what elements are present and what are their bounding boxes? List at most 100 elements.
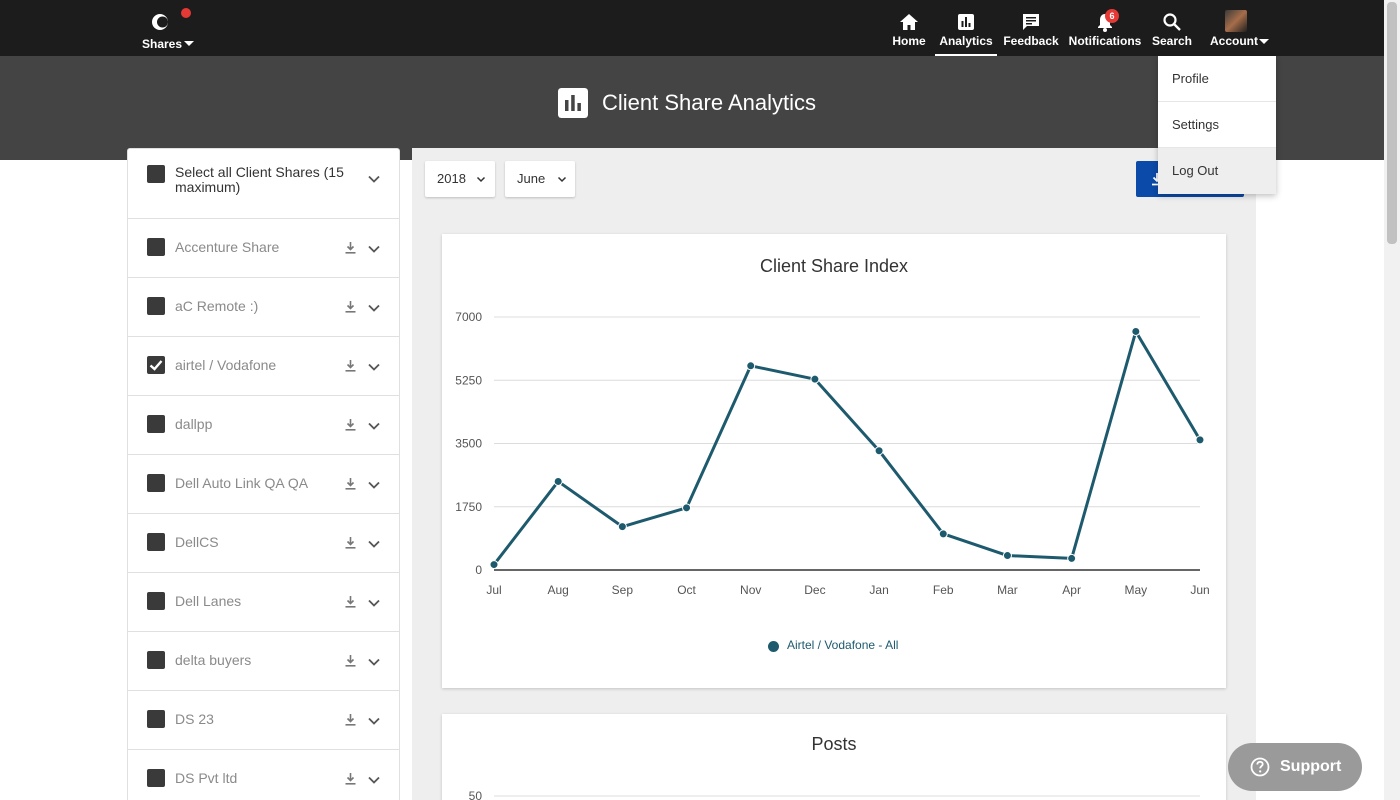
year-select[interactable]: 2018	[425, 161, 495, 197]
help-icon	[1250, 757, 1270, 777]
x-tick-label: Jul	[486, 583, 501, 597]
data-point	[810, 374, 820, 384]
feedback-icon	[1023, 14, 1039, 30]
menu-item-label: Settings	[1172, 117, 1219, 132]
analytics-icon	[558, 88, 588, 118]
client-share-name: DellCS	[175, 534, 219, 550]
notification-dot	[181, 8, 191, 18]
client-share-checkbox[interactable]	[147, 592, 165, 610]
client-share-checkbox[interactable]	[147, 415, 165, 433]
nav-home[interactable]: Home	[889, 0, 929, 56]
menu-item-log-out[interactable]: Log Out	[1158, 148, 1276, 194]
client-share-row[interactable]: DellCS	[128, 514, 399, 573]
home-icon	[900, 14, 918, 30]
select-all-row: Select all Client Shares (15 maximum)	[128, 149, 399, 219]
chevron-down-icon[interactable]	[367, 478, 381, 492]
download-icon[interactable]	[344, 418, 357, 432]
chevron-down-icon[interactable]	[367, 655, 381, 669]
caret-down-icon	[184, 41, 194, 46]
client-share-name: delta buyers	[175, 652, 252, 668]
chevron-down-icon[interactable]	[367, 537, 381, 551]
y-tick-label: 7000	[455, 310, 482, 324]
chevron-down-icon[interactable]	[367, 172, 381, 186]
chevron-down-icon[interactable]	[367, 714, 381, 728]
support-label: Support	[1280, 758, 1342, 775]
client-share-checkbox[interactable]	[147, 651, 165, 669]
analytics-icon	[958, 14, 974, 30]
x-tick-label: Apr	[1062, 583, 1081, 597]
legend-label: Airtel / Vodafone - All	[787, 638, 899, 652]
month-select-value: June	[517, 171, 546, 186]
client-share-checkbox[interactable]	[147, 769, 165, 787]
client-share-checkbox[interactable]	[147, 356, 165, 374]
client-share-row[interactable]: delta buyers	[128, 632, 399, 691]
download-icon[interactable]	[344, 713, 357, 727]
client-share-row[interactable]: Accenture Share	[128, 219, 399, 278]
chevron-down-icon[interactable]	[367, 419, 381, 433]
series-line	[492, 329, 1202, 566]
client-share-checkbox[interactable]	[147, 474, 165, 492]
avatar	[1225, 10, 1247, 32]
x-tick-label: Dec	[804, 583, 825, 597]
client-share-row[interactable]: Dell Lanes	[128, 573, 399, 632]
nav-account[interactable]: Account	[1209, 0, 1271, 56]
download-icon[interactable]	[344, 359, 357, 373]
y-tick-label: 3500	[455, 437, 482, 451]
download-icon[interactable]	[344, 536, 357, 550]
x-tick-label: Mar	[997, 583, 1018, 597]
client-share-name: DS Pvt ltd	[175, 770, 238, 786]
client-share-name: aC Remote :)	[175, 298, 259, 314]
download-icon[interactable]	[344, 772, 357, 786]
page-scrollbar[interactable]	[1384, 0, 1400, 800]
client-share-row[interactable]: Dell Auto Link QA QA	[128, 455, 399, 514]
nav-analytics[interactable]: Analytics	[935, 0, 997, 56]
download-icon[interactable]	[344, 300, 357, 314]
nav-home-label: Home	[892, 34, 926, 48]
nav-notifications-label: Notifications	[1068, 34, 1142, 48]
client-share-checkbox[interactable]	[147, 533, 165, 551]
search-icon	[1163, 13, 1181, 31]
month-select[interactable]: June	[505, 161, 575, 197]
chevron-down-icon[interactable]	[367, 242, 381, 256]
data-point	[682, 503, 692, 513]
download-icon[interactable]	[344, 595, 357, 609]
nav-feedback[interactable]: Feedback	[1003, 0, 1059, 56]
chevron-down-icon[interactable]	[367, 301, 381, 315]
client-share-row[interactable]: dallpp	[128, 396, 399, 455]
data-point	[489, 560, 499, 570]
account-dropdown-menu: Profile Settings Log Out	[1158, 56, 1276, 194]
chevron-down-icon[interactable]	[367, 360, 381, 374]
shares-menu[interactable]: Shares	[140, 8, 200, 52]
x-tick-label: Nov	[740, 583, 761, 597]
client-share-name: airtel / Vodafone	[175, 357, 277, 373]
scrollbar-thumb[interactable]	[1387, 2, 1397, 244]
download-icon[interactable]	[344, 654, 357, 668]
menu-item-profile[interactable]: Profile	[1158, 56, 1276, 102]
client-share-checkbox[interactable]	[147, 238, 165, 256]
client-share-row[interactable]: airtel / Vodafone	[128, 337, 399, 396]
x-tick-label: Jan	[869, 583, 888, 597]
client-share-checkbox[interactable]	[147, 710, 165, 728]
download-icon[interactable]	[344, 477, 357, 491]
x-tick-label: Oct	[677, 583, 696, 597]
select-all-checkbox[interactable]	[147, 165, 165, 183]
client-share-row[interactable]: DS Pvt ltd	[128, 750, 399, 800]
client-share-name: Accenture Share	[175, 239, 280, 255]
nav-analytics-label: Analytics	[939, 34, 993, 48]
download-icon[interactable]	[344, 241, 357, 255]
nav-notifications[interactable]: 6 Notifications	[1068, 0, 1142, 56]
x-tick-label: Jun	[1190, 583, 1209, 597]
x-tick-label: Aug	[548, 583, 569, 597]
data-point	[746, 361, 756, 371]
support-button[interactable]: Support	[1228, 743, 1362, 791]
shares-logo-icon	[152, 14, 168, 30]
chevron-down-icon[interactable]	[367, 773, 381, 787]
data-point	[1131, 326, 1141, 336]
client-share-row[interactable]: aC Remote :)	[128, 278, 399, 337]
chevron-down-icon[interactable]	[367, 596, 381, 610]
client-share-row[interactable]: DS 23	[128, 691, 399, 750]
y-tick-label: 50	[469, 789, 483, 800]
client-share-checkbox[interactable]	[147, 297, 165, 315]
nav-search[interactable]: Search	[1151, 0, 1193, 56]
menu-item-settings[interactable]: Settings	[1158, 102, 1276, 148]
